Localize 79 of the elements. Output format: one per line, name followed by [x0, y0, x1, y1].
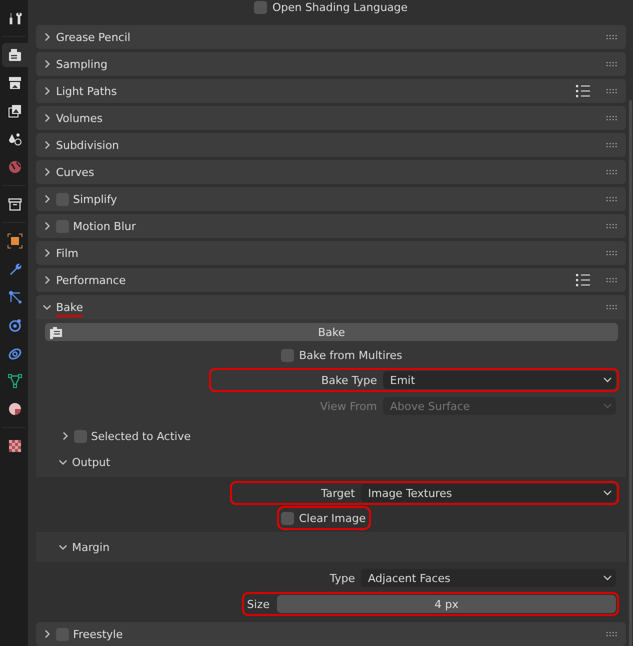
chevron-down-icon [58, 457, 68, 467]
sidebar-tab[interactable] [2, 43, 28, 67]
drag-handle-icon[interactable] [606, 34, 618, 40]
checkbox-label: Bake from Multires [299, 348, 402, 362]
field-label: View From [319, 400, 377, 412]
field-label: Bake Type [320, 374, 377, 386]
chevron-right-icon [42, 221, 52, 231]
chevron-down-icon [42, 302, 52, 312]
drag-handle-icon[interactable] [606, 632, 618, 636]
panel-title[interactable]: Curves [56, 166, 94, 178]
chevron-right-icon [42, 194, 52, 204]
drag-handle-icon[interactable] [606, 170, 618, 174]
chevron-down-icon [603, 575, 612, 581]
printer-icon [7, 75, 23, 91]
globe-icon [7, 159, 23, 175]
chevron-right-icon [42, 167, 52, 177]
images-icon [7, 103, 23, 119]
panel-title[interactable]: Bake [56, 300, 84, 316]
panel-title[interactable]: Light Paths [56, 84, 117, 98]
panel-title[interactable]: Motion Blur [73, 220, 136, 232]
checkbox[interactable] [281, 512, 294, 524]
panel-title[interactable]: Volumes [56, 112, 103, 124]
checkbox[interactable] [254, 0, 268, 14]
box-icon [7, 196, 23, 212]
checkbox[interactable] [74, 430, 87, 442]
chevron-right-icon [42, 113, 52, 123]
chevron-right-icon [42, 32, 52, 42]
panel-title[interactable]: Simplify [73, 192, 118, 206]
chevron-right-icon [42, 275, 52, 285]
field-label: Type [328, 572, 355, 584]
drag-handle-icon[interactable] [606, 142, 618, 148]
sphere-icon [7, 401, 23, 417]
drag-handle-icon[interactable] [606, 250, 618, 256]
panel-title[interactable]: Subdivision [56, 138, 120, 152]
chevron-right-icon [42, 140, 52, 150]
chevron-right-icon [42, 59, 52, 69]
drag-handle-icon[interactable] [606, 224, 618, 228]
drag-handle-icon[interactable] [606, 304, 618, 310]
chevron-down-icon [603, 490, 612, 496]
checker-icon [7, 438, 23, 454]
drag-handle-icon[interactable] [606, 196, 618, 202]
drag-handle-icon[interactable] [606, 278, 618, 282]
chevron-right-icon [60, 431, 70, 441]
field-label: Size [247, 598, 271, 610]
nodes-icon [7, 289, 23, 305]
chevron-down-icon [58, 542, 68, 552]
checkbox-label: Clear Image [299, 512, 366, 524]
checkbox-label: Open Shading Language [272, 0, 408, 14]
panel-title[interactable]: Performance [56, 274, 126, 286]
panel-title[interactable]: Sampling [56, 58, 108, 70]
panel-title[interactable]: Film [56, 246, 78, 260]
drops-icon [7, 131, 23, 147]
subpanel-title[interactable]: Output [72, 456, 110, 468]
list-icon[interactable] [576, 84, 590, 98]
chevron-right-icon [42, 86, 52, 96]
dropdown[interactable]: Adjacent Faces [361, 569, 616, 587]
subpanel-title[interactable]: Margin [72, 540, 110, 554]
square-icon [7, 233, 23, 249]
dropdown[interactable]: Emit [383, 371, 616, 389]
bake-icon [49, 326, 63, 338]
chevron-right-icon [42, 248, 52, 258]
number-field[interactable]: 4 px [277, 595, 616, 613]
tool-icon [7, 10, 23, 26]
bake-button[interactable]: Bake [45, 323, 618, 341]
triangle-icon [7, 373, 23, 389]
drag-handle-icon[interactable] [606, 62, 618, 66]
subpanel-title[interactable]: Selected to Active [91, 430, 191, 442]
drag-handle-icon[interactable] [606, 116, 618, 120]
panel-title[interactable]: Freestyle [73, 628, 123, 640]
chevron-down-icon [603, 377, 612, 383]
chevron-down-icon [603, 403, 612, 409]
field-label: Target [320, 486, 355, 500]
drag-handle-icon[interactable] [606, 88, 618, 94]
checkbox[interactable] [281, 348, 294, 362]
orbit-icon [7, 317, 23, 333]
panel-title[interactable]: Grease Pencil [56, 30, 130, 44]
chevron-right-icon [42, 629, 52, 639]
list-icon[interactable] [576, 274, 590, 286]
dropdown[interactable]: Image Textures [361, 484, 616, 502]
